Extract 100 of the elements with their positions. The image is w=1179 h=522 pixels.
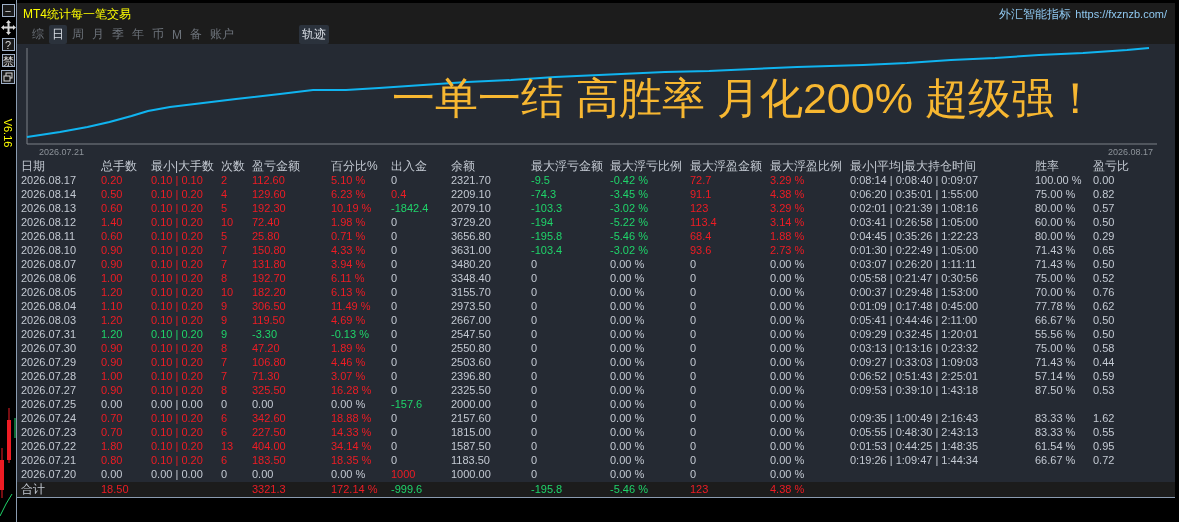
table-cell-text: 6.13 % bbox=[331, 285, 367, 299]
table-cell-text: 0.90 bbox=[101, 243, 124, 257]
table-cell-text: -0.13 % bbox=[331, 327, 370, 341]
tab[interactable]: 季 bbox=[109, 25, 127, 44]
table-cell-text: 0.20 bbox=[101, 173, 124, 187]
column-header: 百分比% bbox=[331, 159, 379, 173]
table-cell-text: 2547.50 bbox=[451, 327, 492, 341]
table-cell-text: 0.00 % bbox=[610, 383, 646, 397]
table-cell-text: 0.00 % bbox=[610, 369, 646, 383]
table-cell-text: 0:09:27 | 0:33:03 | 1:09:03 bbox=[850, 355, 980, 369]
table-cell-text: 10 bbox=[221, 285, 235, 299]
table-cell-text: 0.62 bbox=[1093, 299, 1116, 313]
table-cell-text: 9 bbox=[221, 299, 229, 313]
help-button[interactable]: ? bbox=[1, 38, 15, 51]
tab[interactable]: 月 bbox=[89, 25, 107, 44]
tab[interactable]: M bbox=[169, 26, 185, 43]
table-cell-text: -195.8 bbox=[531, 482, 564, 497]
tab[interactable]: 周 bbox=[69, 25, 87, 44]
table-cell-text: 0.50 bbox=[101, 187, 124, 201]
table-cell-text: 0.00 % bbox=[610, 411, 646, 425]
table-cell-text: 1.40 bbox=[101, 215, 124, 229]
table-cell-text: 11.49 % bbox=[331, 299, 372, 313]
table-cell-text: 60.00 % bbox=[1035, 215, 1077, 229]
table-cell-text: 3656.80 bbox=[451, 229, 492, 243]
table-cell-text: 2026.08.05 bbox=[21, 285, 78, 299]
table-cell-text: 0:09:53 | 0:39:10 | 1:43:18 bbox=[850, 383, 980, 397]
table-cell-text: 0 bbox=[690, 341, 698, 355]
table-cell-text: 7 bbox=[221, 243, 229, 257]
table-cell-text: 123 bbox=[690, 201, 710, 215]
table-cell-text: 1.80 bbox=[101, 439, 124, 453]
table-cell-text: 0.90 bbox=[101, 341, 124, 355]
table-cell-text: 71.43 % bbox=[1035, 243, 1077, 257]
minimize-button[interactable]: − bbox=[1, 4, 15, 17]
tab[interactable]: 年 bbox=[129, 25, 147, 44]
table-cell-text: 0 bbox=[690, 467, 698, 481]
table-cell-text: 2026.07.28 bbox=[21, 369, 78, 383]
table-cell-text: 2026.08.12 bbox=[21, 215, 78, 229]
table-cell-text: 0 bbox=[391, 173, 399, 187]
table-cell-text: 3.94 % bbox=[331, 257, 367, 271]
move-icon[interactable] bbox=[0, 20, 16, 35]
table-cell-text: 0 bbox=[391, 411, 399, 425]
table-cell-text: 4.38 % bbox=[770, 482, 806, 497]
table-cell-text: 129.60 bbox=[252, 187, 287, 201]
table-cell-text: 0 bbox=[531, 355, 539, 369]
table-cell-text: 0 bbox=[531, 257, 539, 271]
table-cell-text: -0.42 % bbox=[610, 173, 649, 187]
table-cell-text: 9 bbox=[221, 313, 229, 327]
table-cell-text: 2026.08.04 bbox=[21, 299, 78, 313]
table-cell-text: 0:03:13 | 0:13:16 | 0:23:32 bbox=[850, 341, 980, 355]
table-cell-text: 0 bbox=[221, 397, 229, 411]
table-cell-text: 0.00 % bbox=[770, 383, 806, 397]
tab[interactable]: 轨迹 bbox=[299, 25, 329, 44]
table-cell-text: 83.33 % bbox=[1035, 425, 1077, 439]
table-cell-text: 0:06:52 | 0:51:43 | 2:25:01 bbox=[850, 369, 980, 383]
table-cell-text: 325.50 bbox=[252, 383, 287, 397]
axis-label: 2026.08.17 bbox=[1107, 147, 1153, 157]
column-header: 胜率 bbox=[1035, 159, 1060, 173]
tab[interactable]: 币 bbox=[149, 25, 167, 44]
restore-icon[interactable] bbox=[1, 70, 15, 84]
table-cell-text: 0.00 % bbox=[770, 285, 806, 299]
table-cell-text: 2000.00 bbox=[451, 397, 492, 411]
table-cell-text: 0 bbox=[690, 271, 698, 285]
table-cell-text: 0.10 | 0.20 bbox=[151, 285, 204, 299]
tab[interactable]: 备 bbox=[187, 25, 205, 44]
website-link[interactable]: https://fxznzb.com/ bbox=[1075, 7, 1167, 20]
table-cell-text: 0 bbox=[690, 411, 698, 425]
table-cell-text: 72.40 bbox=[252, 215, 281, 229]
tab[interactable]: 综 bbox=[29, 25, 47, 44]
table-cell-text: 0.95 bbox=[1093, 439, 1116, 453]
table-cell-text: 0.00 % bbox=[770, 257, 806, 271]
table-cell-text: 3729.20 bbox=[451, 215, 492, 229]
tab[interactable]: 日 bbox=[49, 25, 67, 44]
table-cell-text: 2026.07.20 bbox=[21, 467, 78, 481]
table-cell-text: 0:01:09 | 0:17:48 | 0:45:00 bbox=[850, 299, 980, 313]
table-cell-text: 0.00 bbox=[1093, 173, 1116, 187]
table-cell-text: 0.10 | 0.20 bbox=[151, 355, 204, 369]
table-cell-text: 0.00 % bbox=[770, 425, 806, 439]
column-header: 最大浮亏比例 bbox=[610, 159, 683, 173]
table-cell-text: 0.10 | 0.20 bbox=[151, 411, 204, 425]
table-cell-text: 7 bbox=[221, 257, 229, 271]
table-cell-text: 5.10 % bbox=[331, 173, 367, 187]
table-cell-text: -5.22 % bbox=[610, 215, 649, 229]
table-cell-text: 0:04:45 | 0:35:26 | 1:22:23 bbox=[850, 229, 980, 243]
table-cell-text: 192.70 bbox=[252, 271, 287, 285]
table-cell-text: 2026.08.06 bbox=[21, 271, 78, 285]
table-cell-text: 2026.07.24 bbox=[21, 411, 78, 425]
table-cell-text: 0 bbox=[690, 355, 698, 369]
tab[interactable]: 账户 bbox=[207, 25, 237, 44]
table-cell-text: 0.00 % bbox=[770, 327, 806, 341]
table-cell-text: 68.4 bbox=[690, 229, 713, 243]
table-cell-text: 0 bbox=[690, 285, 698, 299]
table-cell-text: 0 bbox=[391, 355, 399, 369]
table-cell-text: 0:19:26 | 1:09:47 | 1:44:34 bbox=[850, 453, 980, 467]
table-cell-text: 66.67 % bbox=[1035, 453, 1077, 467]
table-cell-text: 0.00 bbox=[252, 397, 275, 411]
table-cell-text: 25.80 bbox=[252, 229, 281, 243]
table-cell-text: 80.00 % bbox=[1035, 229, 1077, 243]
table-cell-text: 0.10 | 0.20 bbox=[151, 313, 204, 327]
table-cell-text: 0 bbox=[391, 327, 399, 341]
side-button[interactable]: 禁 bbox=[1, 54, 15, 67]
